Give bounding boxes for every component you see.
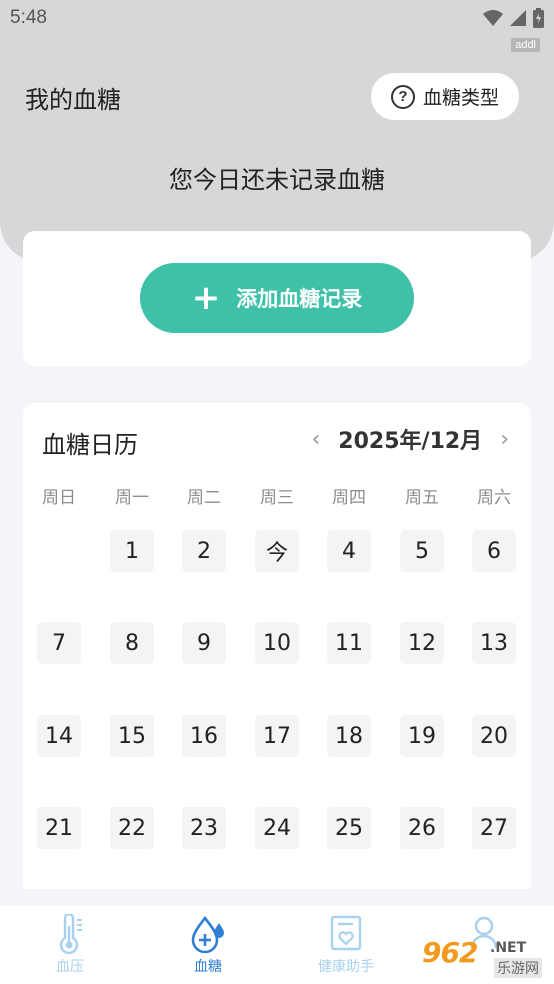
add-record-button[interactable]: + 添加血糖记录 xyxy=(140,263,414,333)
weekday-header: 周日 周一 周二 周三 周四 周五 周六 xyxy=(23,483,531,508)
signal-icon xyxy=(510,10,526,26)
watermark-number: 962 xyxy=(422,936,478,969)
calendar-day[interactable]: 25 xyxy=(327,807,371,849)
calendar-day[interactable]: 4 xyxy=(327,530,371,572)
weekday-label: 周二 xyxy=(187,488,221,508)
no-record-notice: 您今日还未记录血糖 xyxy=(169,166,385,194)
status-tag: addl xyxy=(511,38,540,52)
calendar-day[interactable]: 15 xyxy=(110,715,154,757)
calendar-title: 血糖日历 xyxy=(42,431,138,459)
calendar-day[interactable]: 18 xyxy=(327,715,371,757)
header-background xyxy=(0,0,554,262)
calendar-day[interactable]: 8 xyxy=(110,622,154,664)
watermark-domain: .NET xyxy=(490,940,527,956)
calendar-month: 2025年/12月 xyxy=(338,429,483,454)
calendar-day[interactable]: 24 xyxy=(255,807,299,849)
health-assistant-icon xyxy=(330,915,362,951)
calendar-day[interactable]: 21 xyxy=(37,807,81,849)
add-record-label: 添加血糖记录 xyxy=(236,287,363,311)
calendar-card: 血糖日历 ‹ 2025年/12月 › 周日 周一 周二 周三 周四 周五 周六 12今456… xyxy=(23,403,531,889)
nav-item-blood-pressure[interactable]: 血压 xyxy=(0,906,140,984)
nav-item-blood-sugar[interactable]: 血糖 xyxy=(138,906,278,984)
calendar-day[interactable]: 23 xyxy=(182,807,226,849)
glucose-type-button[interactable]: ? 血糖类型 xyxy=(371,73,519,120)
status-icons xyxy=(483,7,544,29)
nav-label-blood-pressure: 血压 xyxy=(56,959,84,975)
question-icon: ? xyxy=(390,84,415,109)
page-title: 我的血糖 xyxy=(25,86,121,114)
weekday-label: 周一 xyxy=(115,488,149,508)
weekday-label: 周三 xyxy=(260,488,294,508)
calendar-day[interactable]: 19 xyxy=(400,715,444,757)
calendar-day[interactable]: 2 xyxy=(182,530,226,572)
calendar-day[interactable]: 22 xyxy=(110,807,154,849)
calendar-day[interactable]: 6 xyxy=(472,530,516,572)
calendar-day[interactable]: 20 xyxy=(472,715,516,757)
glucose-type-label: 血糖类型 xyxy=(422,87,499,109)
chevron-left-icon[interactable]: ‹ xyxy=(311,427,320,452)
calendar-day[interactable]: 17 xyxy=(255,715,299,757)
blood-drop-icon xyxy=(191,915,224,954)
nav-item-health-assistant[interactable]: 健康助手 xyxy=(276,906,416,984)
calendar-day[interactable]: 11 xyxy=(327,622,371,664)
calendar-day[interactable]: 26 xyxy=(400,807,444,849)
calendar-day[interactable]: 5 xyxy=(400,530,444,572)
watermark-text: 乐游网 xyxy=(494,958,542,978)
battery-icon xyxy=(533,8,544,28)
watermark-logo: 962 .NET 乐游网 xyxy=(416,936,550,980)
nav-label-health-assistant: 健康助手 xyxy=(318,959,374,975)
calendar-day[interactable]: 13 xyxy=(472,622,516,664)
calendar-day[interactable]: 9 xyxy=(182,622,226,664)
weekday-label: 周四 xyxy=(332,488,366,508)
calendar-day[interactable]: 10 xyxy=(255,622,299,664)
status-time: 5:48 xyxy=(10,7,47,28)
plus-icon: + xyxy=(191,278,221,318)
calendar-day[interactable]: 14 xyxy=(37,715,81,757)
thermometer-icon xyxy=(59,914,82,954)
nav-label-blood-sugar: 血糖 xyxy=(194,959,222,975)
calendar-day[interactable]: 12 xyxy=(400,622,444,664)
calendar-day[interactable]: 27 xyxy=(472,807,516,849)
weekday-label: 周五 xyxy=(405,488,439,508)
weekday-label: 周日 xyxy=(42,488,76,508)
calendar-day[interactable]: 7 xyxy=(37,622,81,664)
status-bar: 5:48 addl xyxy=(0,0,554,52)
add-record-card: + 添加血糖记录 xyxy=(23,231,531,366)
weekday-label: 周六 xyxy=(477,488,511,508)
chevron-right-icon[interactable]: › xyxy=(500,427,509,452)
calendar-day-today[interactable]: 今 xyxy=(255,530,299,572)
calendar-day[interactable]: 16 xyxy=(182,715,226,757)
wifi-icon xyxy=(483,10,503,26)
calendar-day[interactable]: 1 xyxy=(110,530,154,572)
calendar-month-nav: ‹ 2025年/12月 › xyxy=(311,423,509,455)
